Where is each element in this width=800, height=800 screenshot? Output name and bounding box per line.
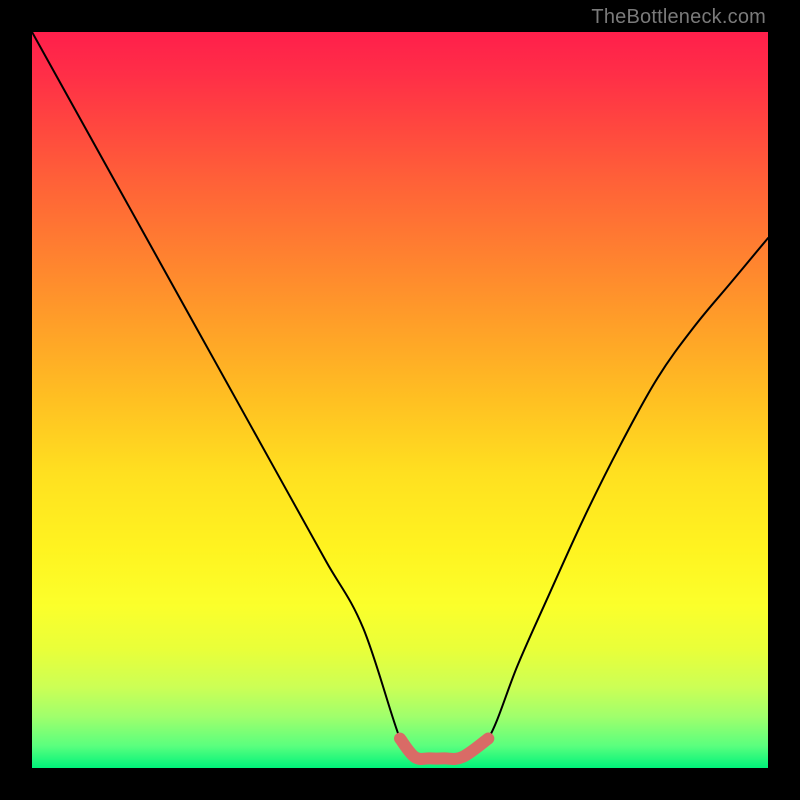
chart-frame: TheBottleneck.com <box>0 0 800 800</box>
plot-area <box>32 32 768 768</box>
optimal-zone-path <box>400 739 488 759</box>
bottleneck-curve <box>32 32 768 768</box>
attribution-label: TheBottleneck.com <box>591 6 766 29</box>
bottleneck-curve-path <box>32 32 768 759</box>
